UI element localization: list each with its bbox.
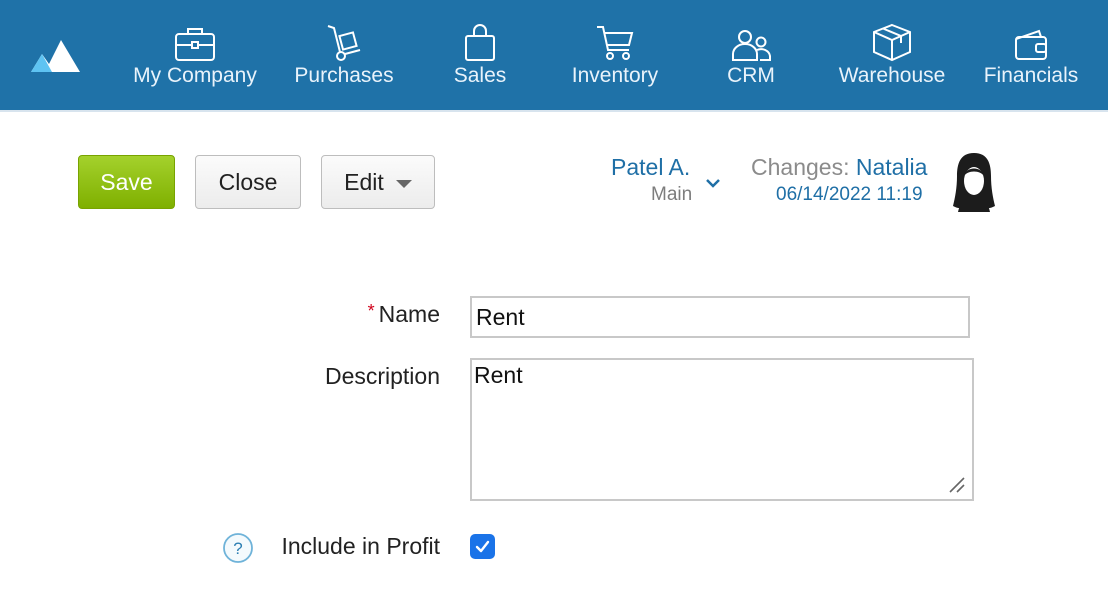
wallet-icon: [1015, 29, 1047, 60]
help-question-icon[interactable]: ?: [222, 532, 254, 564]
nav-label-purchases: Purchases: [294, 64, 394, 87]
nav-item-crm[interactable]: CRM: [722, 0, 780, 110]
edit-dropdown-button[interactable]: Edit: [321, 155, 435, 209]
avatar-icon[interactable]: [952, 150, 996, 212]
nav-item-inventory[interactable]: Inventory: [567, 0, 663, 110]
nav-item-warehouse[interactable]: Warehouse: [833, 0, 951, 110]
briefcase-icon: [175, 28, 215, 61]
include-profit-checkbox[interactable]: [470, 534, 495, 559]
nav-item-financials[interactable]: Financials: [978, 0, 1084, 110]
nav-item-purchases[interactable]: Purchases: [289, 0, 399, 110]
nav-label-warehouse: Warehouse: [838, 64, 946, 87]
include-profit-label: Include in Profit: [281, 533, 440, 559]
resize-grip-icon[interactable]: [948, 476, 966, 494]
box-icon: [873, 23, 911, 62]
name-input[interactable]: [470, 296, 970, 338]
required-asterisk: *: [367, 301, 375, 321]
name-label-text: Name: [378, 301, 440, 327]
nav-item-sales[interactable]: Sales: [447, 0, 513, 110]
nav-label-sales: Sales: [453, 64, 507, 87]
save-button[interactable]: Save: [78, 155, 175, 209]
description-field-label: Description: [324, 363, 440, 389]
name-field-label: * Name: [368, 301, 440, 328]
svg-text:?: ?: [233, 539, 242, 558]
description-textarea[interactable]: Rent: [470, 358, 974, 501]
shopping-bag-icon: [465, 24, 495, 61]
people-icon: [732, 30, 771, 61]
nav-item-my-company[interactable]: My Company: [128, 0, 262, 110]
top-navigation-bar: My Company Purchases Sales Inventory CRM…: [0, 0, 1108, 112]
chevron-down-icon: [395, 179, 412, 188]
edit-button-label: Edit: [344, 168, 384, 195]
mountains-logo-icon[interactable]: [28, 34, 84, 74]
nav-label-inventory: Inventory: [571, 64, 659, 87]
hand-truck-icon: [327, 25, 361, 61]
changes-date: 06/14/2022 11:19: [776, 184, 923, 205]
nav-label-crm: CRM: [727, 64, 775, 87]
nav-label-my-company: My Company: [133, 64, 257, 87]
changes-user-link[interactable]: Natalia: [856, 154, 928, 180]
close-button[interactable]: Close: [195, 155, 301, 209]
changes-info: Changes: Natalia: [751, 154, 927, 181]
owner-chevron-down-icon[interactable]: [705, 178, 721, 188]
nav-label-financials: Financials: [983, 64, 1079, 87]
cart-icon: [597, 26, 634, 60]
owner-name-link[interactable]: Patel A.: [611, 154, 690, 181]
checkmark-icon: [475, 540, 490, 553]
changes-label: Changes:: [751, 154, 850, 180]
owner-org: Main: [651, 184, 693, 205]
